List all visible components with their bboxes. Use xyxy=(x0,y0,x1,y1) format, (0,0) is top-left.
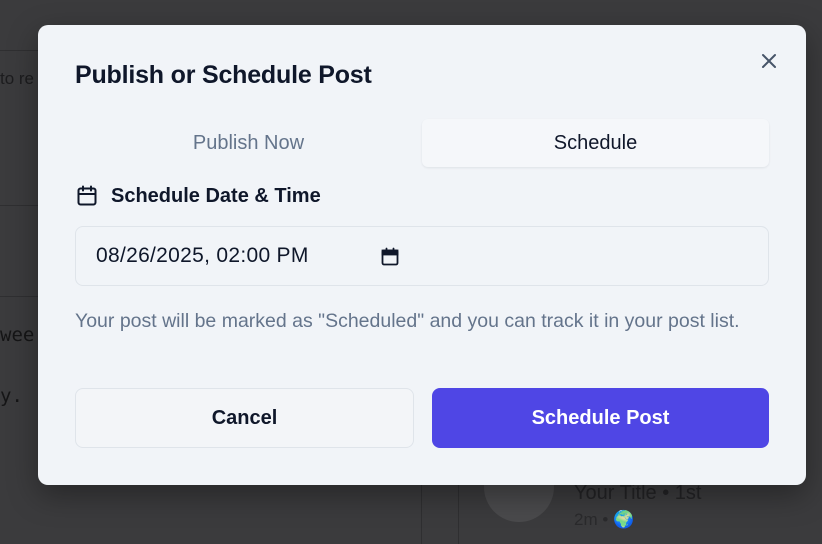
tab-schedule[interactable]: Schedule xyxy=(422,119,769,167)
background-divider xyxy=(0,296,38,297)
background-divider xyxy=(458,485,459,544)
close-icon xyxy=(762,54,776,68)
close-button[interactable] xyxy=(757,49,781,73)
dialog-title: Publish or Schedule Post xyxy=(75,61,372,89)
background-divider xyxy=(0,205,38,206)
background-snippet: y. xyxy=(0,385,23,407)
schedule-label: Schedule Date & Time xyxy=(75,184,321,208)
background-snippet: to re xyxy=(0,69,35,88)
schedule-label-text: Schedule Date & Time xyxy=(111,184,321,207)
background-divider xyxy=(421,485,422,544)
schedule-post-button[interactable]: Schedule Post xyxy=(432,388,769,448)
schedule-datetime-input[interactable]: 08/26/2025, 02:00 PM xyxy=(75,226,769,286)
tab-publish-now[interactable]: Publish Now xyxy=(75,119,422,167)
publish-mode-tabs: Publish Now Schedule xyxy=(75,119,769,167)
schedule-hint-text: Your post will be marked as "Scheduled" … xyxy=(75,310,740,332)
background-snippet: wee xyxy=(0,324,35,346)
calendar-icon xyxy=(77,185,97,206)
cancel-button[interactable]: Cancel xyxy=(75,388,414,448)
datetime-value: 08/26/2025, 02:00 PM xyxy=(96,244,309,267)
publish-schedule-dialog: Publish or Schedule Post Publish Now Sch… xyxy=(38,25,806,485)
background-card-title: Your Title • 1st xyxy=(574,482,702,504)
background-divider xyxy=(0,50,38,51)
background-card-meta: 2m • 🌍 xyxy=(574,510,635,529)
calendar-picker-icon[interactable] xyxy=(380,247,400,267)
